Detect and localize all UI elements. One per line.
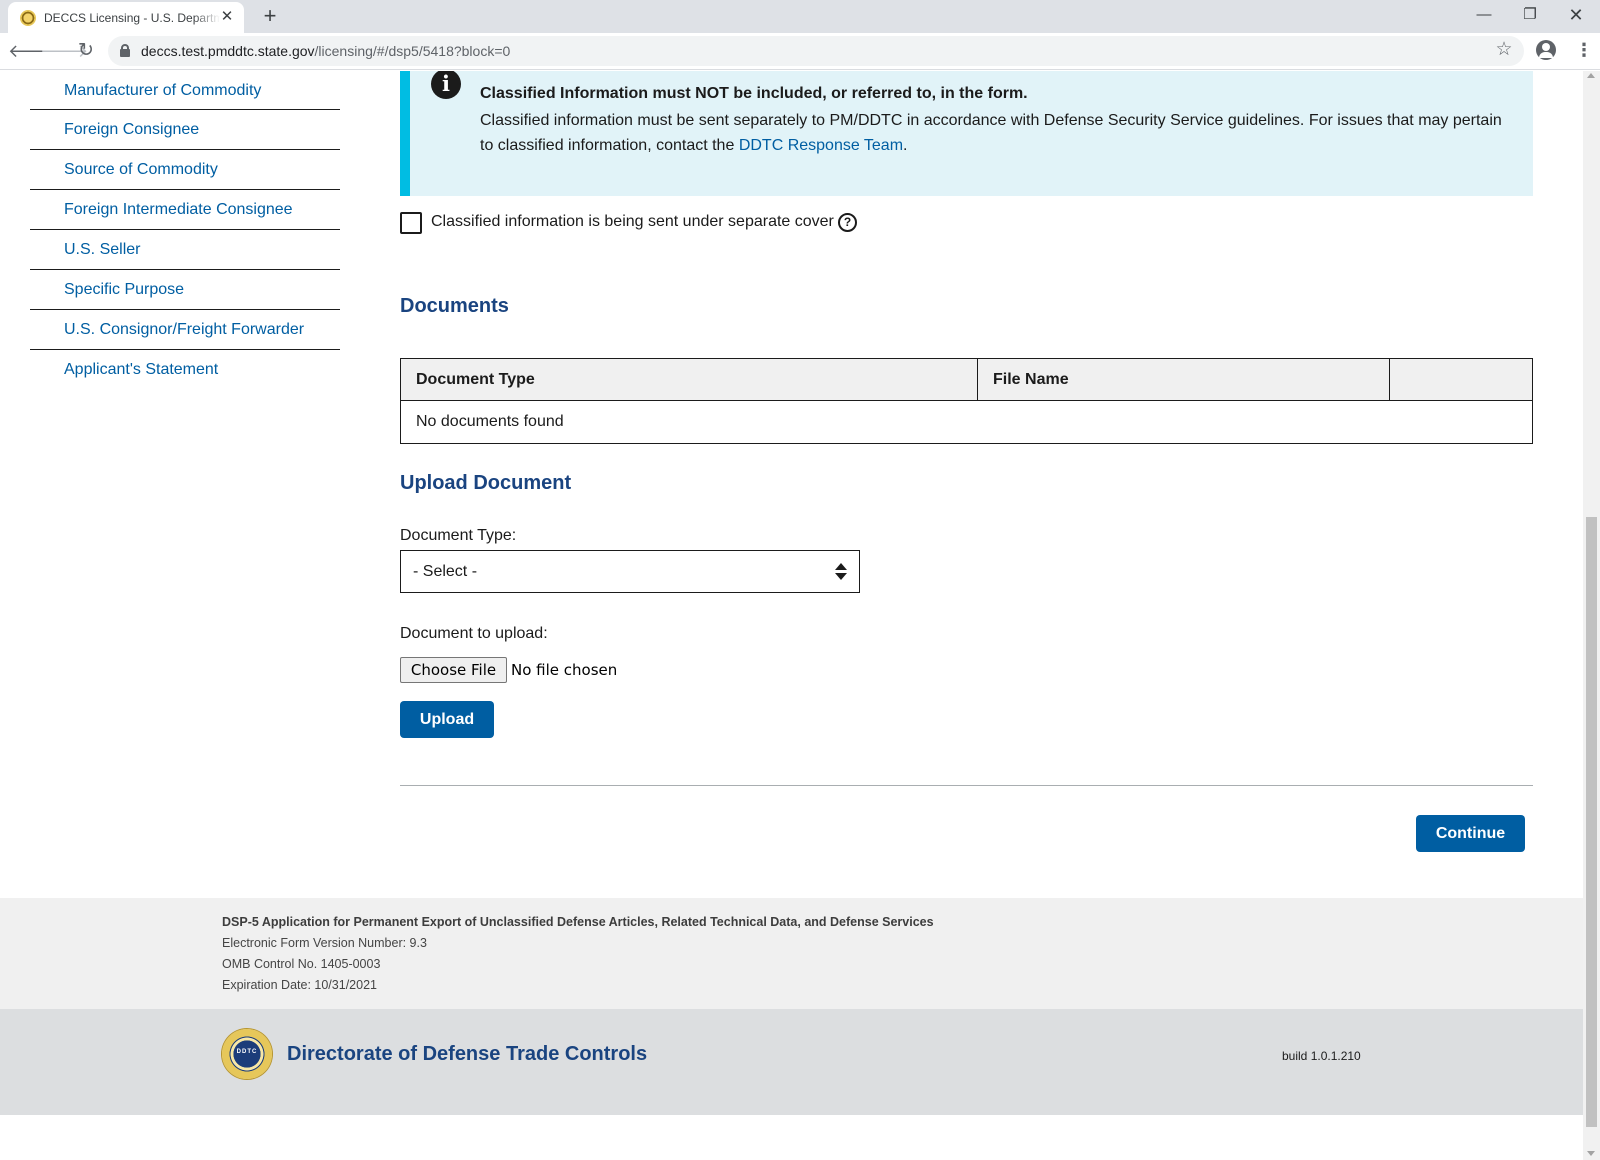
document-type-selected-value: - Select - — [413, 563, 478, 580]
browser-toolbar: 🡐 🡒 ↻ deccs.test.pmddtc.state.gov/licens… — [0, 33, 1600, 70]
no-file-chosen-text: No file chosen — [511, 661, 618, 679]
url-path: /licensing/#/dsp5/5418?block=0 — [314, 43, 511, 59]
sidenav-item-source[interactable]: Source of Commodity — [30, 150, 340, 190]
alert-body: Classified information must be sent sepa… — [480, 108, 1510, 158]
scroll-down-arrow-icon[interactable] — [1587, 1151, 1595, 1156]
help-icon[interactable]: ? — [838, 213, 857, 232]
alert-body-text: Classified information must be sent sepa… — [480, 112, 1502, 154]
sidenav-item-foreign-consignee[interactable]: Foreign Consignee — [30, 110, 340, 150]
page-viewport: Manufacturer of Commodity Foreign Consig… — [0, 71, 1583, 1160]
sidenav-item-manufacturer[interactable]: Manufacturer of Commodity — [30, 71, 340, 110]
documents-table: Document Type File Name No documents fou… — [400, 358, 1533, 444]
select-sort-arrows-icon — [835, 563, 847, 581]
profile-icon[interactable] — [1536, 40, 1556, 60]
column-header-file-name: File Name — [977, 358, 1390, 401]
window-close-button[interactable]: ✕ — [1554, 0, 1598, 30]
page-scrollbar[interactable] — [1583, 71, 1600, 1160]
tab-title: DECCS Licensing - U.S. Department of Sta… — [44, 11, 220, 25]
ddtc-response-team-link[interactable]: DDTC Response Team — [739, 137, 903, 154]
url-text[interactable]: deccs.test.pmddtc.state.gov/licensing/#/… — [141, 43, 510, 59]
table-row: No documents found — [400, 400, 1533, 444]
page-bottom-spacer — [0, 1115, 1583, 1160]
classified-checkbox-label[interactable]: Classified information is being sent und… — [431, 213, 834, 231]
upload-button[interactable]: Upload — [400, 701, 494, 738]
scroll-up-arrow-icon[interactable] — [1587, 73, 1595, 78]
footer-form-title: DSP-5 Application for Permanent Export o… — [222, 915, 934, 929]
window-minimize-button[interactable]: — — [1462, 0, 1506, 30]
alert-heading: Classified Information must NOT be inclu… — [480, 85, 1028, 102]
section-divider — [400, 785, 1533, 786]
reload-icon[interactable]: ↻ — [72, 37, 100, 65]
sidenav-item-us-seller[interactable]: U.S. Seller — [30, 230, 340, 270]
back-arrow-icon[interactable]: 🡐 — [8, 37, 56, 65]
window-restore-button[interactable]: ❐ — [1508, 0, 1552, 30]
choose-file-button[interactable]: Choose File — [400, 657, 507, 683]
menu-icon[interactable]: ⋮ — [1572, 38, 1596, 62]
tab-close-icon[interactable]: ✕ — [218, 8, 236, 26]
new-tab-button[interactable]: + — [256, 3, 284, 31]
sidenav-item-specific-purpose[interactable]: Specific Purpose — [30, 270, 340, 310]
site-favicon-icon — [20, 10, 36, 26]
alert-body-end: . — [903, 137, 908, 154]
star-icon[interactable]: ☆ — [1490, 36, 1518, 64]
form-info-footer: DSP-5 Application for Permanent Export o… — [0, 898, 1583, 1009]
column-header-document-type: Document Type — [400, 358, 978, 401]
browser-tab-strip: DECCS Licensing - U.S. Department of Sta… — [0, 0, 1600, 33]
table-header-row: Document Type File Name — [400, 358, 1533, 401]
document-to-upload-label: Document to upload: — [400, 625, 548, 642]
seal-text: DDTC — [236, 1049, 258, 1055]
classified-separate-cover-checkbox[interactable] — [400, 212, 422, 234]
info-icon: i — [431, 71, 461, 99]
document-type-select[interactable]: - Select - — [400, 550, 860, 593]
continue-button[interactable]: Continue — [1416, 815, 1525, 852]
sidenav-item-applicant-statement[interactable]: Applicant's Statement — [30, 350, 340, 390]
empty-table-message: No documents found — [400, 400, 1533, 444]
upload-document-heading: Upload Document — [400, 472, 572, 494]
lock-icon[interactable] — [120, 44, 130, 57]
url-host: deccs.test.pmddtc.state.gov — [141, 43, 315, 59]
scrollbar-thumb[interactable] — [1586, 517, 1597, 1127]
agency-footer: DDTC Directorate of Defense Trade Contro… — [0, 1009, 1583, 1115]
build-number: build 1.0.1.210 — [1282, 1049, 1361, 1063]
form-section-nav: Manufacturer of Commodity Foreign Consig… — [30, 71, 340, 390]
address-bar[interactable]: deccs.test.pmddtc.state.gov/licensing/#/… — [108, 36, 1524, 66]
agency-name[interactable]: Directorate of Defense Trade Controls — [287, 1043, 647, 1066]
classified-info-alert: i Classified Information must NOT be inc… — [400, 71, 1533, 196]
footer-omb-control: OMB Control No. 1405-0003 — [222, 957, 381, 971]
documents-heading: Documents — [400, 295, 509, 317]
footer-expiration-date: Expiration Date: 10/31/2021 — [222, 978, 377, 992]
footer-form-version: Electronic Form Version Number: 9.3 — [222, 936, 427, 950]
column-header-actions — [1389, 358, 1533, 401]
browser-tab[interactable]: DECCS Licensing - U.S. Department of Sta… — [8, 2, 244, 33]
forward-arrow-icon[interactable]: 🡒 — [40, 37, 88, 65]
ddtc-seal-logo: DDTC — [222, 1029, 272, 1079]
sidenav-item-us-consignor[interactable]: U.S. Consignor/Freight Forwarder — [30, 310, 340, 350]
document-type-label: Document Type: — [400, 527, 517, 544]
sidenav-item-foreign-intermediate[interactable]: Foreign Intermediate Consignee — [30, 190, 340, 230]
